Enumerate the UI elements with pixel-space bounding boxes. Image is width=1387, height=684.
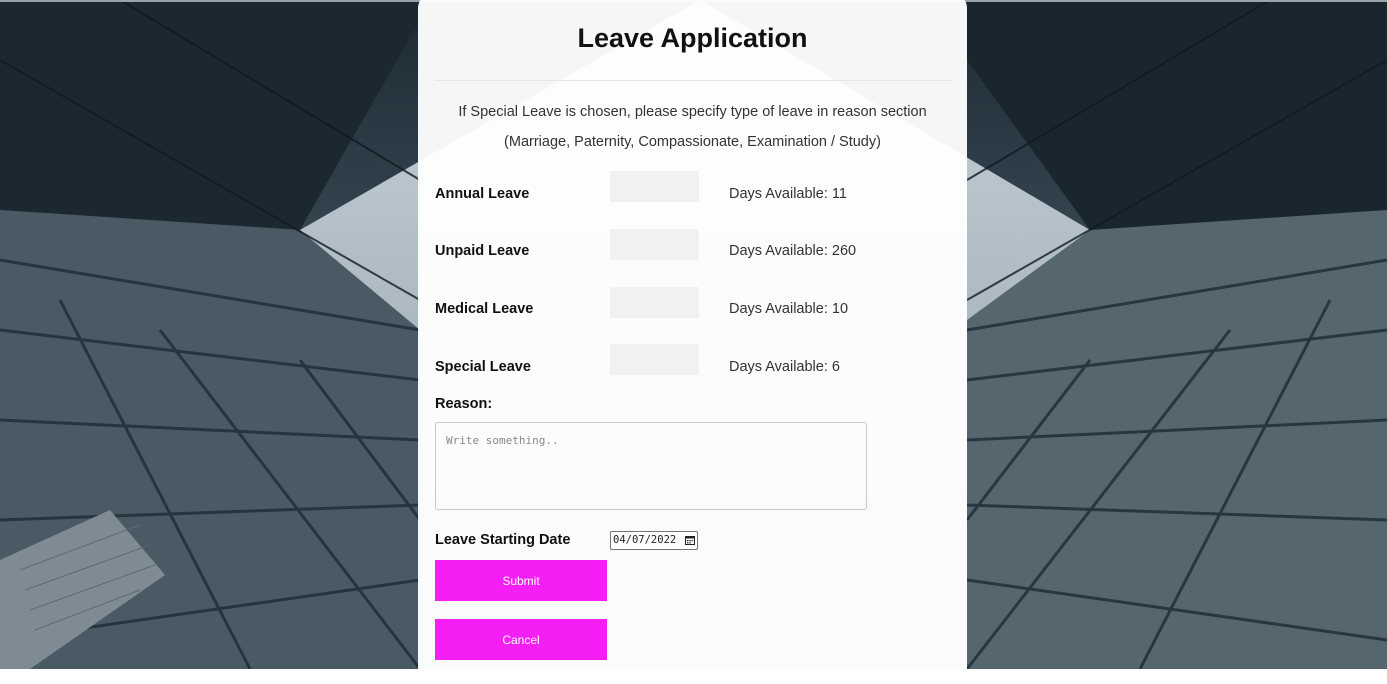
- reason-label: Reason:: [435, 396, 493, 412]
- submit-button[interactable]: Submit: [435, 560, 607, 601]
- unpaid-leave-label: Unpaid Leave: [435, 243, 530, 259]
- leave-starting-date-label: Leave Starting Date: [435, 532, 571, 548]
- annual-leave-days-available: Days Available: 11: [729, 186, 847, 202]
- special-leave-days-available: Days Available: 6: [729, 359, 840, 375]
- special-leave-label: Special Leave: [435, 359, 531, 375]
- page-title: Leave Application: [577, 23, 808, 53]
- medical-leave-days-available: Days Available: 10: [729, 301, 849, 317]
- unpaid-leave-input[interactable]: [610, 229, 699, 260]
- leave-application-card: Leave Application If Special Leave is ch…: [418, 0, 967, 684]
- reason-textarea[interactable]: [435, 422, 867, 510]
- medical-leave-label: Medical Leave: [435, 301, 534, 317]
- title-divider: [434, 80, 953, 81]
- unpaid-leave-days-available: Days Available: 260: [729, 243, 857, 259]
- medical-leave-input[interactable]: [610, 287, 699, 318]
- cancel-button[interactable]: Cancel: [435, 619, 607, 660]
- special-leave-types-note: (Marriage, Paternity, Compassionate, Exa…: [504, 134, 881, 150]
- calendar-icon[interactable]: [685, 535, 695, 545]
- special-leave-note: If Special Leave is chosen, please speci…: [458, 104, 927, 120]
- leave-starting-date-input[interactable]: 04/07/2022: [610, 531, 698, 550]
- annual-leave-label: Annual Leave: [435, 186, 530, 202]
- date-value: 04/07/2022: [613, 534, 677, 546]
- annual-leave-input[interactable]: [610, 171, 699, 202]
- special-leave-input[interactable]: [610, 344, 699, 375]
